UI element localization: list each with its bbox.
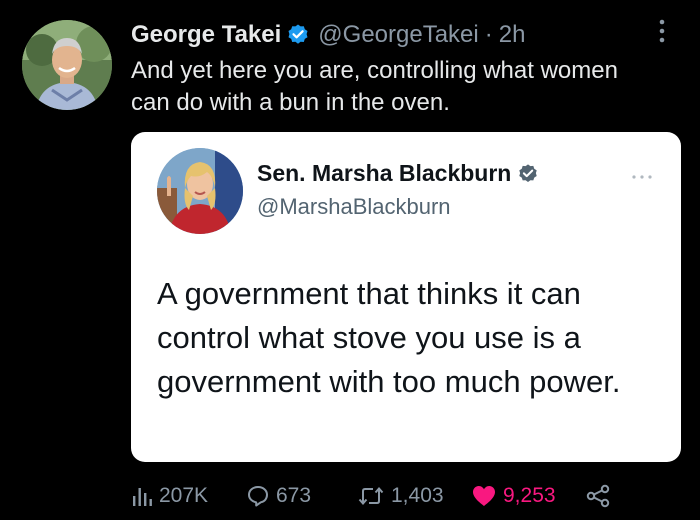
share-nodes-icon (585, 484, 611, 508)
quoted-tweet-text: A government that thinks it can control … (157, 276, 621, 399)
quoted-author-name-row: Sen. Marsha Blackburn (257, 160, 539, 187)
author-avatar-photo (22, 20, 112, 110)
retweet-button[interactable]: 1,403 (357, 478, 444, 514)
quoted-author-avatar-photo (157, 148, 243, 234)
views-count: 207K (159, 484, 209, 507)
quoted-verified-badge-icon (517, 163, 539, 185)
quoted-more-options-icon[interactable] (631, 168, 653, 179)
tweet-timestamp[interactable]: 2h (499, 21, 526, 49)
replies-count: 673 (276, 484, 312, 507)
author-handle[interactable]: @GeorgeTakei (318, 21, 478, 49)
heart-filled-icon (471, 484, 497, 508)
author-display-name[interactable]: George Takei (131, 21, 281, 49)
tweet-actions-bar: 207K 673 1,403 9,253 (131, 478, 691, 514)
likes-count: 9,253 (503, 484, 556, 507)
tweet[interactable]: George Takei @GeorgeTakei · 2h And yet h… (0, 0, 700, 520)
retweets-count: 1,403 (391, 484, 444, 507)
tweet-text: And yet here you are, controlling what w… (131, 57, 618, 116)
reply-button[interactable]: 673 (246, 478, 311, 514)
separator-dot: · (484, 21, 493, 48)
views-button[interactable]: 207K (131, 478, 208, 514)
author-avatar[interactable] (22, 20, 112, 110)
quoted-author-handle[interactable]: @MarshaBlackburn (257, 194, 451, 220)
quoted-author-display-name[interactable]: Sen. Marsha Blackburn (257, 160, 511, 187)
quoted-author-avatar[interactable] (157, 148, 243, 234)
verified-badge-icon (286, 23, 310, 47)
more-options-icon[interactable] (652, 18, 672, 44)
like-button[interactable]: 9,253 (471, 478, 556, 514)
analytics-bars-icon (131, 484, 153, 508)
reply-bubble-icon (246, 484, 270, 508)
share-button[interactable] (585, 478, 611, 514)
retweet-arrows-icon (357, 484, 385, 508)
tweet-header: George Takei @GeorgeTakei · 2h (131, 18, 525, 52)
quoted-tweet-card[interactable]: Sen. Marsha Blackburn @MarshaBlackburn A… (131, 132, 681, 462)
